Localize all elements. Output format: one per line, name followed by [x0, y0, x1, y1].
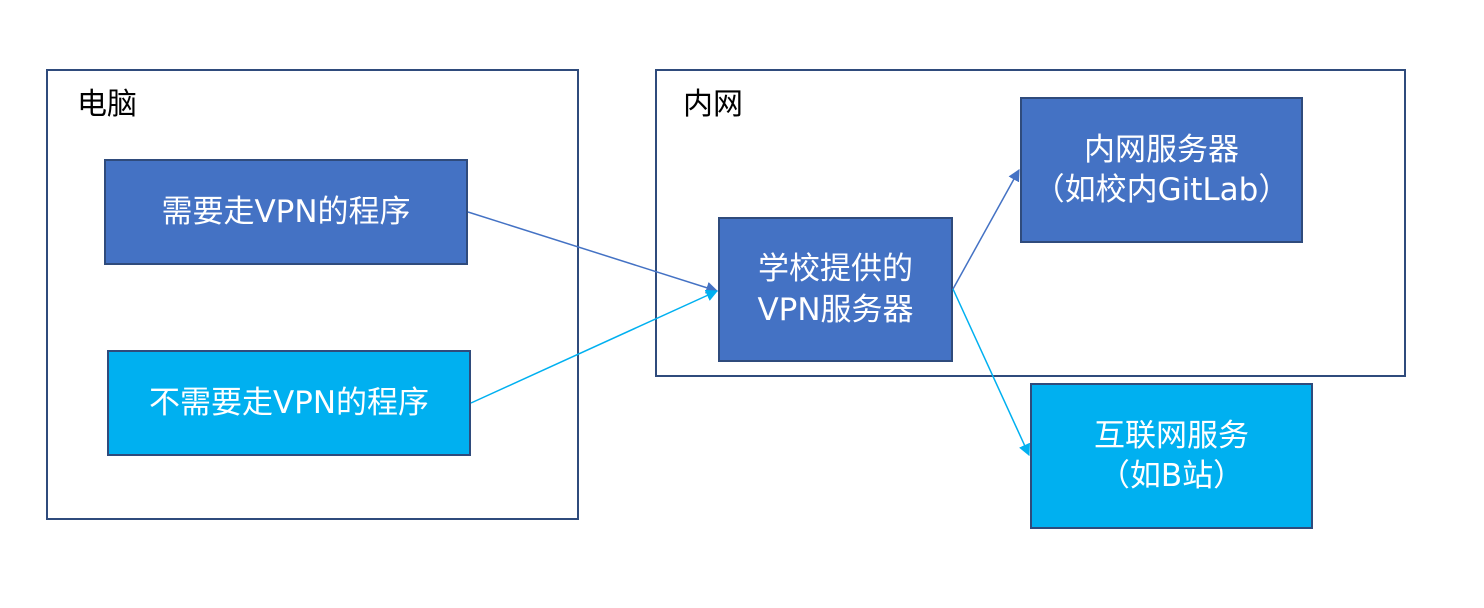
- arrow-non-vpn-program-to-vpn-server: [470, 290, 719, 404]
- connector-arrows: [467, 168, 1030, 457]
- arrow-vpn-program-to-vpn-server: [467, 211, 719, 294]
- arrow-vpn-server-to-intranet-server: [952, 168, 1020, 290]
- arrow-vpn-server-to-internet-service: [952, 288, 1030, 457]
